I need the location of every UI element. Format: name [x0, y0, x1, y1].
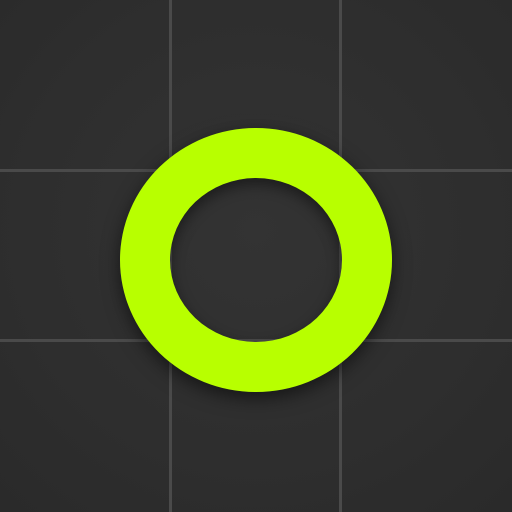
app-icon [0, 0, 512, 512]
o-mark-icon [120, 128, 392, 392]
o-ring-shape [120, 128, 392, 392]
